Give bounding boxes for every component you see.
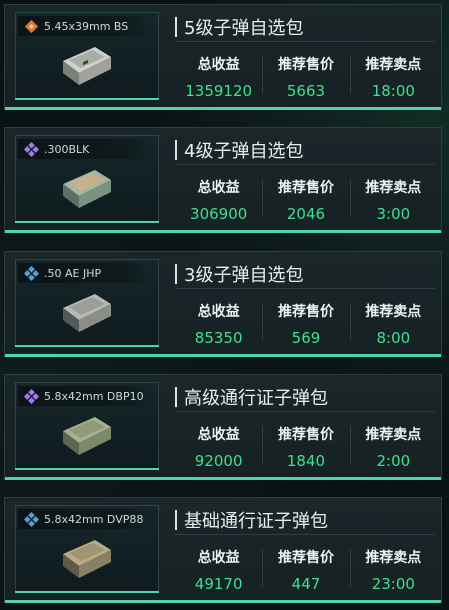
stat-value: 2:00	[376, 452, 411, 470]
item-tag: .50 AE JHP	[18, 263, 150, 283]
ammo-box-image	[63, 294, 111, 332]
item-name: 5.8x42mm DVP88	[44, 512, 144, 526]
stat-label: 推荐售价	[277, 427, 334, 443]
pack-title-row: 3级子弹自选包	[175, 260, 435, 289]
stats-row: 总收益 92000 推荐售价 1840 推荐卖点 2:00	[175, 420, 437, 470]
ammo-box-image	[63, 47, 111, 85]
item-panel: 5.45x39mm BS	[15, 12, 159, 100]
stat-label: 推荐卖点	[365, 57, 422, 73]
pack-title-row: 5级子弹自选包	[175, 13, 435, 42]
stat-value: 2046	[286, 205, 326, 223]
stat-value: 23:00	[371, 575, 415, 593]
stat-total-profit: 总收益 85350	[175, 297, 262, 347]
pack-title: 3级子弹自选包	[184, 265, 304, 286]
stat-total-profit: 总收益 49170	[175, 543, 262, 593]
stat-label: 推荐售价	[277, 57, 334, 73]
item-tag: 5.8x42mm DVP88	[18, 509, 150, 529]
stat-recommended-time: 推荐卖点 23:00	[349, 543, 437, 593]
stat-total-profit: 总收益 1359120	[175, 50, 262, 100]
item-name: 5.45x39mm BS	[44, 19, 129, 33]
blue-diamond-icon	[24, 511, 39, 527]
pack-title-row: 高级通行证子弹包	[175, 383, 435, 412]
stat-recommended-time: 推荐卖点 8:00	[349, 297, 437, 347]
pack-title: 5级子弹自选包	[184, 18, 304, 39]
purple-diamond-icon	[24, 388, 39, 404]
ammo-pack-card[interactable]: 5.45x39mm BS 5级子弹自选包 总收益 1359120 推荐售价 56…	[4, 4, 442, 110]
stat-label: 推荐售价	[277, 304, 334, 320]
ammo-box-image	[63, 417, 111, 455]
stat-recommended-price: 推荐售价 2046	[262, 173, 349, 223]
stat-label: 推荐卖点	[365, 180, 422, 196]
item-name: .50 AE JHP	[44, 266, 102, 280]
purple-diamond-icon	[24, 141, 39, 157]
stat-recommended-time: 推荐卖点 18:00	[349, 50, 437, 100]
title-accent-bar	[175, 264, 177, 284]
stat-value: 1840	[286, 452, 326, 470]
item-panel: 5.8x42mm DVP88	[15, 505, 159, 593]
item-tag: .300BLK	[18, 139, 150, 159]
stats-row: 总收益 306900 推荐售价 2046 推荐卖点 3:00	[175, 173, 437, 223]
title-accent-bar	[175, 510, 177, 530]
stat-total-profit: 总收益 306900	[175, 173, 262, 223]
pack-title-row: 4级子弹自选包	[175, 136, 435, 165]
title-accent-bar	[175, 140, 177, 160]
item-tag: 5.45x39mm BS	[18, 16, 150, 36]
pack-title: 4级子弹自选包	[184, 141, 304, 162]
stat-label: 总收益	[197, 304, 240, 320]
stat-label: 推荐售价	[277, 550, 334, 566]
stats-row: 总收益 85350 推荐售价 569 推荐卖点 8:00	[175, 297, 437, 347]
stat-recommended-time: 推荐卖点 2:00	[349, 420, 437, 470]
orange-diamond-icon	[24, 19, 39, 33]
stat-value: 569	[291, 329, 321, 347]
stat-value: 3:00	[376, 205, 411, 223]
stat-value: 85350	[194, 329, 243, 347]
stat-recommended-price: 推荐售价 569	[262, 297, 349, 347]
ammo-pack-card[interactable]: .50 AE JHP 3级子弹自选包 总收益 85350 推荐售价 569 推荐…	[4, 251, 442, 357]
stat-label: 总收益	[197, 550, 240, 566]
blue-diamond-icon	[24, 265, 39, 281]
item-panel: 5.8x42mm DBP10	[15, 382, 159, 470]
ammo-box-image	[63, 540, 111, 578]
title-accent-bar	[175, 387, 177, 407]
pack-title: 高级通行证子弹包	[184, 388, 328, 409]
stat-value: 8:00	[376, 329, 411, 347]
stat-value: 18:00	[371, 82, 415, 100]
stat-recommended-time: 推荐卖点 3:00	[349, 173, 437, 223]
pack-title: 基础通行证子弹包	[184, 511, 328, 532]
stat-label: 总收益	[197, 427, 240, 443]
stat-label: 推荐卖点	[365, 304, 422, 320]
ammo-pack-card[interactable]: 5.8x42mm DBP10 高级通行证子弹包 总收益 92000 推荐售价 1…	[4, 374, 442, 480]
stat-value: 306900	[190, 205, 248, 223]
stat-recommended-price: 推荐售价 447	[262, 543, 349, 593]
ammo-box-image	[63, 170, 111, 208]
stat-label: 推荐卖点	[365, 427, 422, 443]
stat-total-profit: 总收益 92000	[175, 420, 262, 470]
stat-label: 总收益	[197, 57, 240, 73]
stat-value: 1359120	[185, 82, 253, 100]
stat-value: 447	[291, 575, 321, 593]
stat-value: 49170	[194, 575, 243, 593]
stat-recommended-price: 推荐售价 1840	[262, 420, 349, 470]
stat-label: 推荐卖点	[365, 550, 422, 566]
ammo-pack-card[interactable]: 5.8x42mm DVP88 基础通行证子弹包 总收益 49170 推荐售价 4…	[4, 497, 442, 603]
stat-value: 5663	[286, 82, 326, 100]
stats-row: 总收益 1359120 推荐售价 5663 推荐卖点 18:00	[175, 50, 437, 100]
stat-label: 推荐售价	[277, 180, 334, 196]
item-panel: .300BLK	[15, 135, 159, 223]
pack-title-row: 基础通行证子弹包	[175, 506, 435, 535]
item-name: 5.8x42mm DBP10	[44, 389, 144, 403]
item-panel: .50 AE JHP	[15, 259, 159, 347]
item-tag: 5.8x42mm DBP10	[18, 386, 150, 406]
ammo-pack-card[interactable]: .300BLK 4级子弹自选包 总收益 306900 推荐售价 2046 推荐卖…	[4, 127, 442, 233]
item-name: .300BLK	[44, 142, 90, 156]
stat-label: 总收益	[197, 180, 240, 196]
stat-recommended-price: 推荐售价 5663	[262, 50, 349, 100]
title-accent-bar	[175, 17, 177, 37]
stat-value: 92000	[194, 452, 243, 470]
stats-row: 总收益 49170 推荐售价 447 推荐卖点 23:00	[175, 543, 437, 593]
